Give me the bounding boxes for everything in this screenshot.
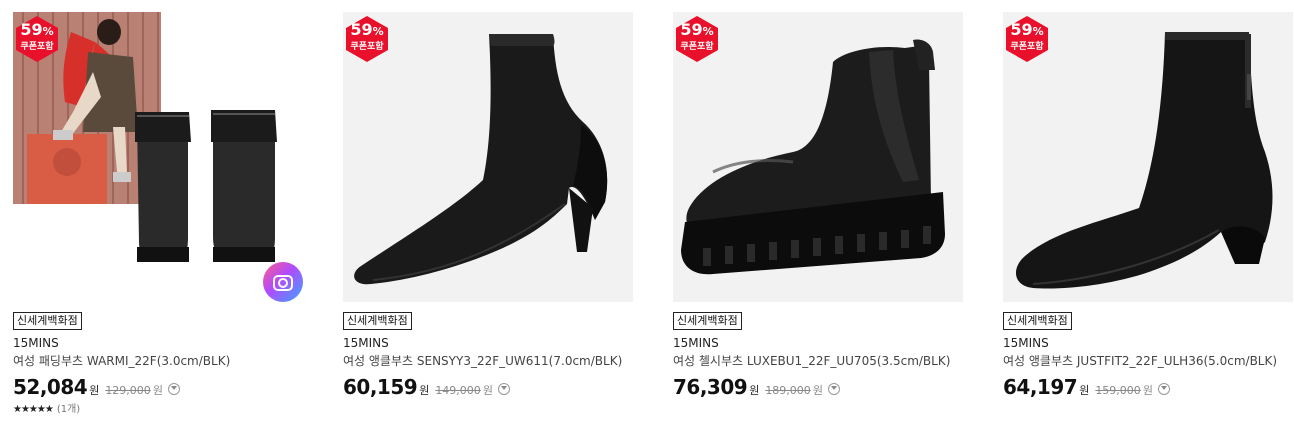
price-unit: 원 — [1079, 384, 1090, 397]
discount-unit: % — [372, 25, 384, 38]
original-price: 189,000 — [765, 384, 811, 397]
discount-number: 59 — [680, 20, 703, 39]
review-summary[interactable]: ★★★★★ (1개) — [13, 404, 303, 416]
product-card[interactable]: 59% 쿠폰포함 신세계백화점 15MINS 여성 패딩부츠 WARMI_22F… — [13, 12, 303, 416]
review-count: (1개) — [56, 404, 81, 415]
sale-price: 76,309 — [673, 375, 748, 399]
original-price-unit: 원 — [482, 384, 493, 397]
original-price-unit: 원 — [152, 384, 163, 397]
store-tag: 신세계백화점 — [673, 312, 742, 330]
product-name[interactable]: 여성 앵클부츠 SENSYY3_22F_UW611(7.0cm/BLK) — [343, 354, 633, 369]
price-info-icon[interactable] — [827, 383, 840, 395]
product-brand[interactable]: 15MINS — [1003, 336, 1293, 350]
coupon-label: 쿠폰포함 — [680, 42, 714, 52]
product-name[interactable]: 여성 첼시부츠 LUXEBU1_22F_UU705(3.5cm/BLK) — [673, 354, 963, 369]
price-unit: 원 — [419, 384, 430, 397]
discount-badge: 59% 쿠폰포함 — [13, 15, 61, 63]
sale-price: 64,197 — [1003, 375, 1078, 399]
product-grid: 59% 쿠폰포함 신세계백화점 15MINS 여성 패딩부츠 WARMI_22F… — [0, 0, 1294, 441]
price-unit: 원 — [89, 384, 100, 397]
store-tag: 신세계백화점 — [343, 312, 412, 330]
price-info-icon[interactable] — [1157, 383, 1170, 395]
sale-price: 52,084 — [13, 375, 88, 399]
discount-unit: % — [1032, 25, 1044, 38]
price-info-icon[interactable] — [167, 383, 180, 395]
product-brand[interactable]: 15MINS — [13, 336, 303, 350]
coupon-label: 쿠폰포함 — [20, 42, 54, 52]
price-info-icon[interactable] — [497, 383, 510, 395]
price-row: 52,084 원 129,000 원 — [13, 375, 303, 399]
price-unit: 원 — [749, 384, 760, 397]
product-name[interactable]: 여성 패딩부츠 WARMI_22F(3.0cm/BLK) — [13, 354, 303, 369]
original-price: 129,000 — [105, 384, 151, 397]
star-icon: ★★★★★ — [13, 404, 54, 415]
store-tag: 신세계백화점 — [13, 312, 82, 330]
original-price-unit: 원 — [1142, 384, 1153, 397]
price-row: 64,197 원 159,000 원 — [1003, 375, 1293, 399]
price-row: 60,159 원 149,000 원 — [343, 375, 633, 399]
camera-icon[interactable] — [263, 262, 303, 302]
original-price-unit: 원 — [812, 384, 823, 397]
discount-badge: 59% 쿠폰포함 — [343, 15, 391, 63]
discount-unit: % — [702, 25, 714, 38]
product-card[interactable]: 59% 쿠폰포함 신세계백화점 15MINS 여성 첼시부츠 LUXEBU1_2… — [673, 12, 963, 399]
product-name[interactable]: 여성 앵클부츠 JUSTFIT2_22F_ULH36(5.0cm/BLK) — [1003, 354, 1293, 369]
original-price: 159,000 — [1095, 384, 1141, 397]
coupon-label: 쿠폰포함 — [350, 42, 384, 52]
discount-number: 59 — [350, 20, 373, 39]
product-brand[interactable]: 15MINS — [343, 336, 633, 350]
discount-number: 59 — [1010, 20, 1033, 39]
original-price: 149,000 — [435, 384, 481, 397]
discount-badge: 59% 쿠폰포함 — [673, 15, 721, 63]
product-card[interactable]: 59% 쿠폰포함 신세계백화점 15MINS 여성 앵클부츠 JUSTFIT2_… — [1003, 12, 1293, 399]
store-tag: 신세계백화점 — [1003, 312, 1072, 330]
discount-unit: % — [42, 25, 54, 38]
discount-badge: 59% 쿠폰포함 — [1003, 15, 1051, 63]
coupon-label: 쿠폰포함 — [1010, 42, 1044, 52]
discount-number: 59 — [20, 20, 43, 39]
price-row: 76,309 원 189,000 원 — [673, 375, 963, 399]
product-card[interactable]: 59% 쿠폰포함 신세계백화점 15MINS 여성 앵클부츠 SENSYY3_2… — [343, 12, 633, 399]
sale-price: 60,159 — [343, 375, 418, 399]
product-brand[interactable]: 15MINS — [673, 336, 963, 350]
